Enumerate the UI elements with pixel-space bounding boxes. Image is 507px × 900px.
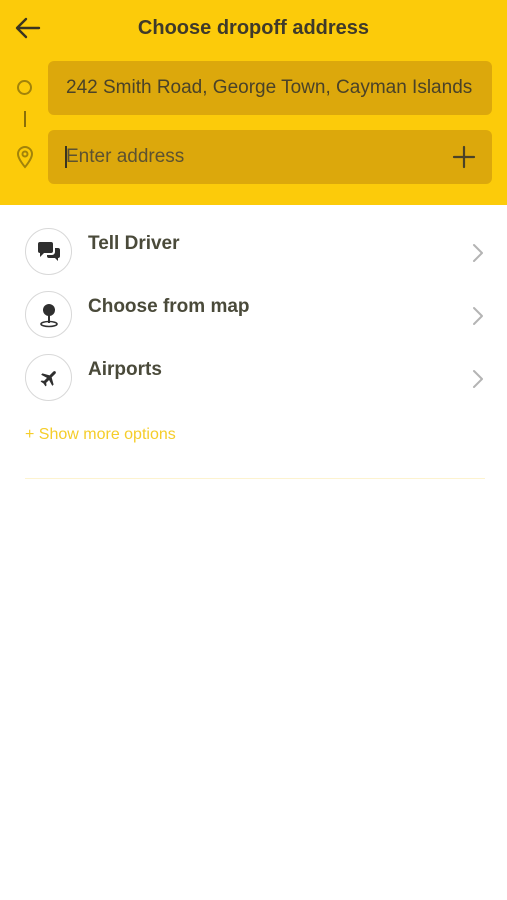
option-icon-circle	[25, 354, 72, 401]
map-pin-icon	[39, 303, 58, 327]
pickup-circle-icon	[17, 80, 32, 95]
option-label: Choose from map	[88, 296, 250, 317]
route-connector	[24, 111, 26, 127]
option-label: Tell Driver	[88, 233, 180, 254]
chevron-right-icon	[473, 307, 483, 325]
option-choose-from-map[interactable]: Choose from map	[0, 285, 507, 345]
chat-bubbles-icon	[37, 241, 60, 261]
option-tell-driver[interactable]: Tell Driver	[0, 222, 507, 282]
chevron-right-icon	[473, 244, 483, 262]
divider	[25, 478, 485, 479]
text-caret	[65, 146, 67, 168]
option-airports[interactable]: Airports	[0, 348, 507, 408]
airplane-icon	[40, 370, 56, 386]
page-title: Choose dropoff address	[137, 17, 370, 39]
option-icon-circle	[25, 291, 72, 338]
pickup-address-field[interactable]: 242 Smith Road, George Town, Cayman Isla…	[48, 61, 492, 115]
option-icon-circle	[25, 228, 72, 275]
dropoff-placeholder: Enter address	[66, 146, 185, 167]
option-label: Airports	[88, 359, 162, 380]
chevron-right-icon	[473, 370, 483, 388]
plus-icon[interactable]	[452, 145, 476, 169]
dropoff-address-input[interactable]: Enter address	[48, 130, 492, 184]
location-pin-icon	[16, 145, 34, 169]
top-bar: Choose dropoff address 242 Smith Road, G…	[0, 0, 507, 205]
show-more-options-link[interactable]: + Show more options	[25, 426, 176, 444]
